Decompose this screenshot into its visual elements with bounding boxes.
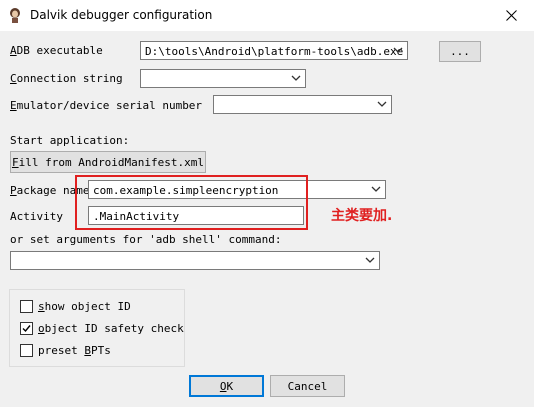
emulator-serial-label: Emulator/device serial number <box>10 99 203 112</box>
close-button[interactable] <box>488 0 534 31</box>
emulator-serial-combo[interactable] <box>213 95 392 114</box>
object-id-safety-check-label: object ID safety check <box>38 322 184 335</box>
annotation-highlight-box <box>75 175 308 230</box>
preset-bpts-label: preset BPTs <box>38 344 111 357</box>
ok-label: OK <box>219 379 234 393</box>
chevron-down-icon <box>393 47 403 53</box>
annotation-text: 主类要加. <box>331 208 393 224</box>
checkmark-icon <box>22 325 31 333</box>
adb-executable-combo[interactable]: D:\tools\Android\platform-tools\adb.exe <box>140 41 408 60</box>
activity-label: Activity <box>10 210 63 223</box>
set-arguments-label: or set arguments for 'adb shell' command… <box>10 233 282 246</box>
cancel-label: Cancel <box>287 379 328 393</box>
app-icon <box>10 8 20 23</box>
chevron-down-icon <box>377 101 387 107</box>
close-icon <box>505 10 517 21</box>
show-object-id-checkbox[interactable] <box>20 300 33 313</box>
window-title: Dalvik debugger configuration <box>30 8 213 22</box>
fill-from-manifest-button[interactable]: Fill from AndroidManifest.xml <box>10 151 206 173</box>
show-object-id-label: show object ID <box>38 300 131 313</box>
object-id-safety-check-checkbox[interactable] <box>20 322 33 335</box>
fill-from-manifest-label: Fill from AndroidManifest.xml <box>11 155 205 169</box>
chevron-down-icon <box>291 75 301 81</box>
browse-label: ... <box>450 45 470 58</box>
adb-executable-value: D:\tools\Android\platform-tools\adb.exe <box>145 45 404 58</box>
start-application-label: Start application: <box>10 134 130 147</box>
set-arguments-combo[interactable] <box>10 251 380 270</box>
preset-bpts-checkbox[interactable] <box>20 344 33 357</box>
chevron-down-icon <box>371 186 381 192</box>
cancel-button[interactable]: Cancel <box>270 375 345 397</box>
title-bar: Dalvik debugger configuration <box>0 0 534 31</box>
chevron-down-icon <box>365 257 375 263</box>
adb-executable-label: ADB executable <box>10 44 103 57</box>
ok-button[interactable]: OK <box>189 375 264 397</box>
browse-button[interactable]: ... <box>439 41 481 62</box>
connection-string-label: Connection string <box>10 72 123 85</box>
connection-string-combo[interactable] <box>140 69 306 88</box>
